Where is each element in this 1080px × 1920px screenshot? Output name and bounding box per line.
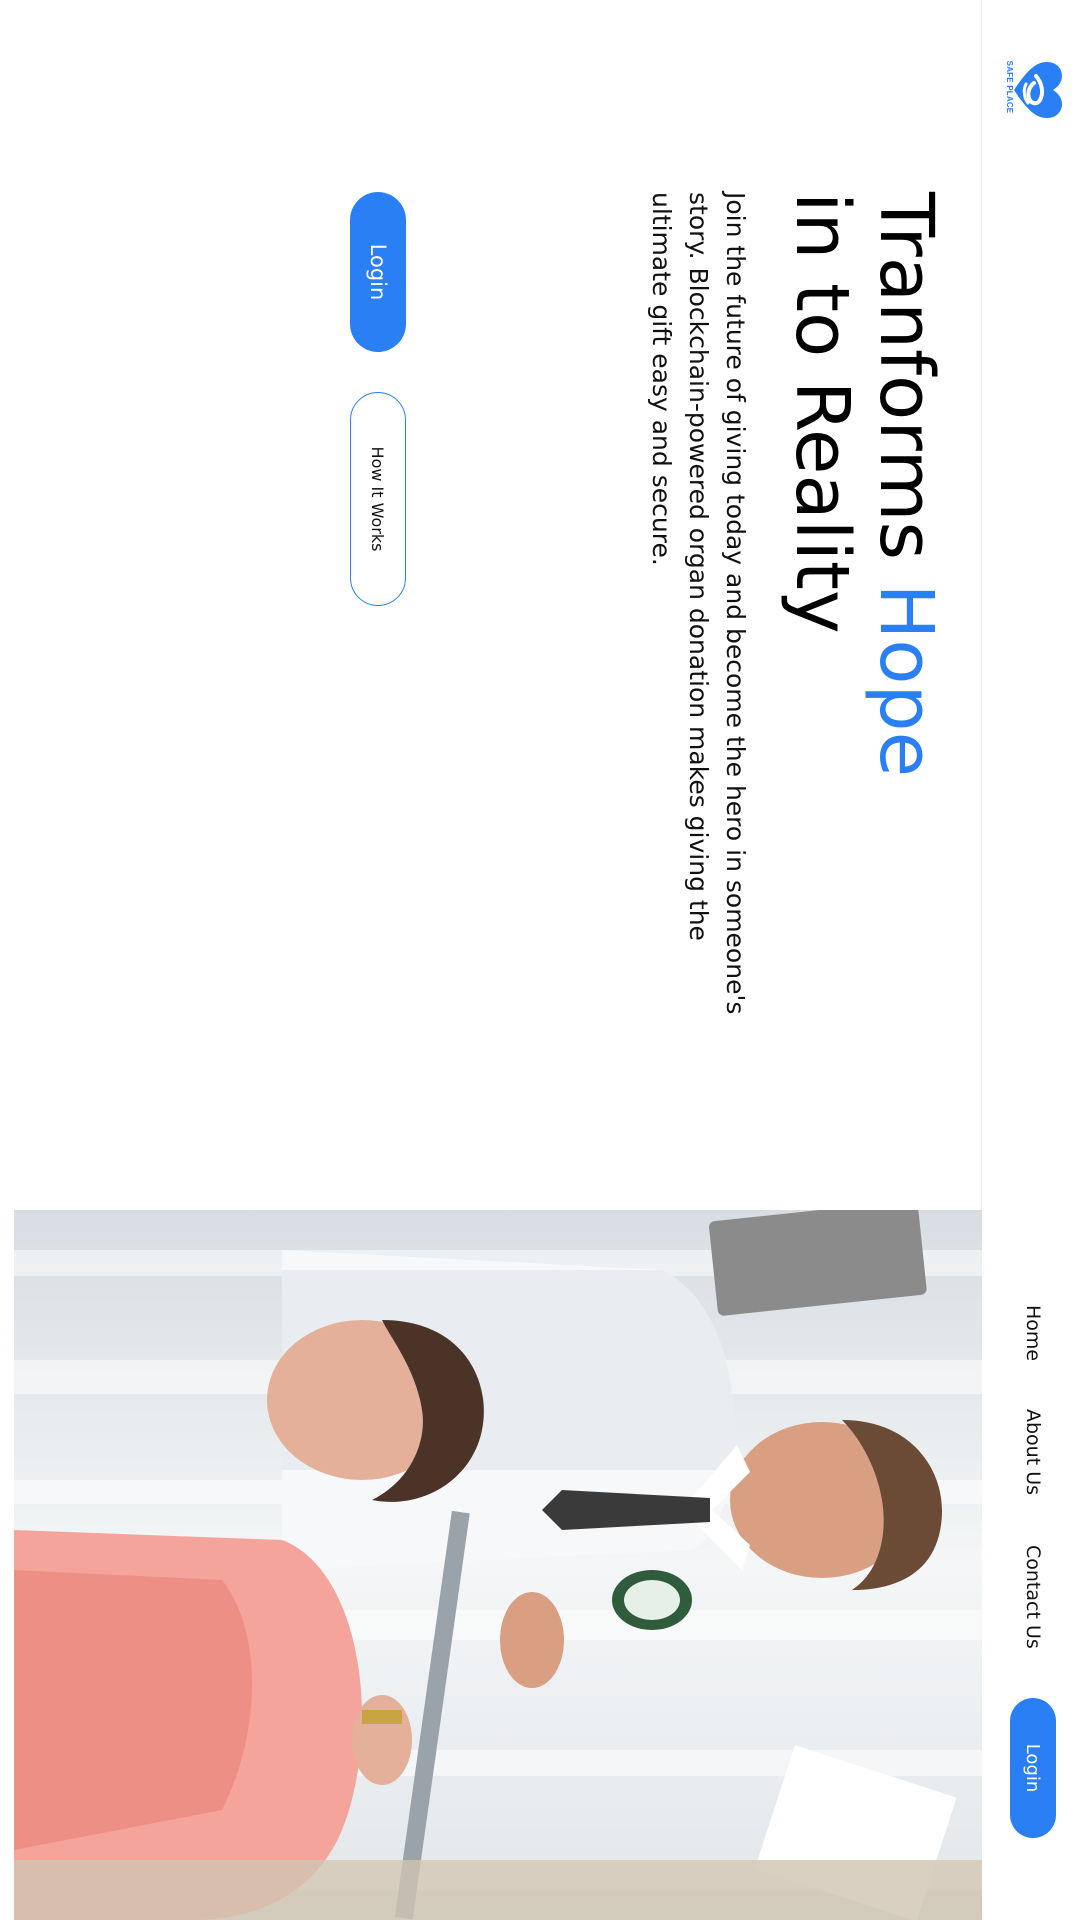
nav-link-home[interactable]: Home: [1022, 1305, 1044, 1361]
hero-title-line2: in to Reality: [779, 192, 865, 634]
nav-link-about-us[interactable]: About Us: [1022, 1409, 1044, 1495]
how-it-works-button[interactable]: How It Works: [350, 392, 406, 606]
hero-title-part1: Tranforms: [863, 192, 949, 584]
landing-page: SAFE PLACE Home About Us Contact Us Logi…: [0, 0, 1080, 1920]
heart-hand-icon: [1014, 62, 1062, 118]
top-navbar: SAFE PLACE Home About Us Contact Us Logi…: [981, 0, 1080, 1920]
hero-login-button[interactable]: Login: [350, 192, 406, 352]
hero-description: Join the future of giving today and beco…: [647, 192, 750, 1015]
hero-title: Tranforms Hope in to Reality: [779, 192, 949, 778]
brand-logo[interactable]: SAFE PLACE: [994, 56, 1066, 136]
doctor-with-patient-photo: [14, 1210, 982, 1920]
hero-image: [14, 1210, 982, 1920]
hero-title-accent: Hope: [863, 583, 949, 778]
brand-name: SAFE PLACE: [1005, 60, 1014, 114]
nav-login-button[interactable]: Login: [1010, 1698, 1056, 1838]
nav-link-contact-us[interactable]: Contact Us: [1022, 1545, 1044, 1649]
